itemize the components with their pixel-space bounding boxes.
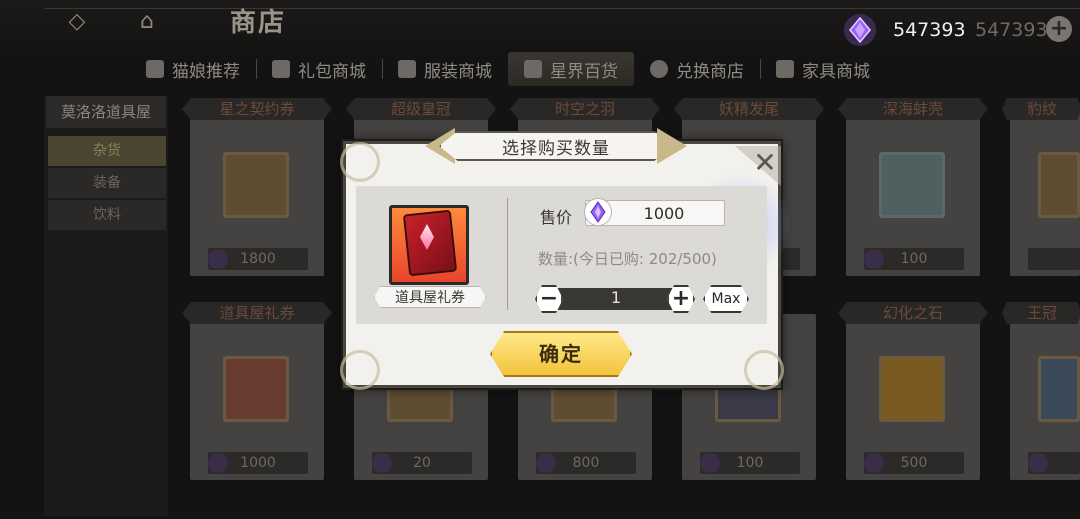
- max-button[interactable]: Max: [703, 285, 749, 313]
- quantity-value[interactable]: 1: [547, 288, 685, 307]
- item-name-label: 道具屋礼券: [374, 286, 486, 308]
- corner-ornament-icon: [340, 350, 380, 390]
- close-button[interactable]: ✕: [748, 148, 782, 180]
- gem-icon: [584, 198, 612, 226]
- dialog-title: 选择购买数量: [502, 139, 610, 159]
- confirm-button[interactable]: 确定: [490, 331, 632, 377]
- price-label: 售价: [540, 208, 573, 227]
- corner-ornament-icon: [340, 142, 380, 182]
- divider: [507, 198, 508, 310]
- corner-ornament-icon: [744, 350, 784, 390]
- quantity-limit-text: 数量:(今日已购: 202/500): [538, 250, 717, 268]
- price-value: 1000: [643, 204, 685, 223]
